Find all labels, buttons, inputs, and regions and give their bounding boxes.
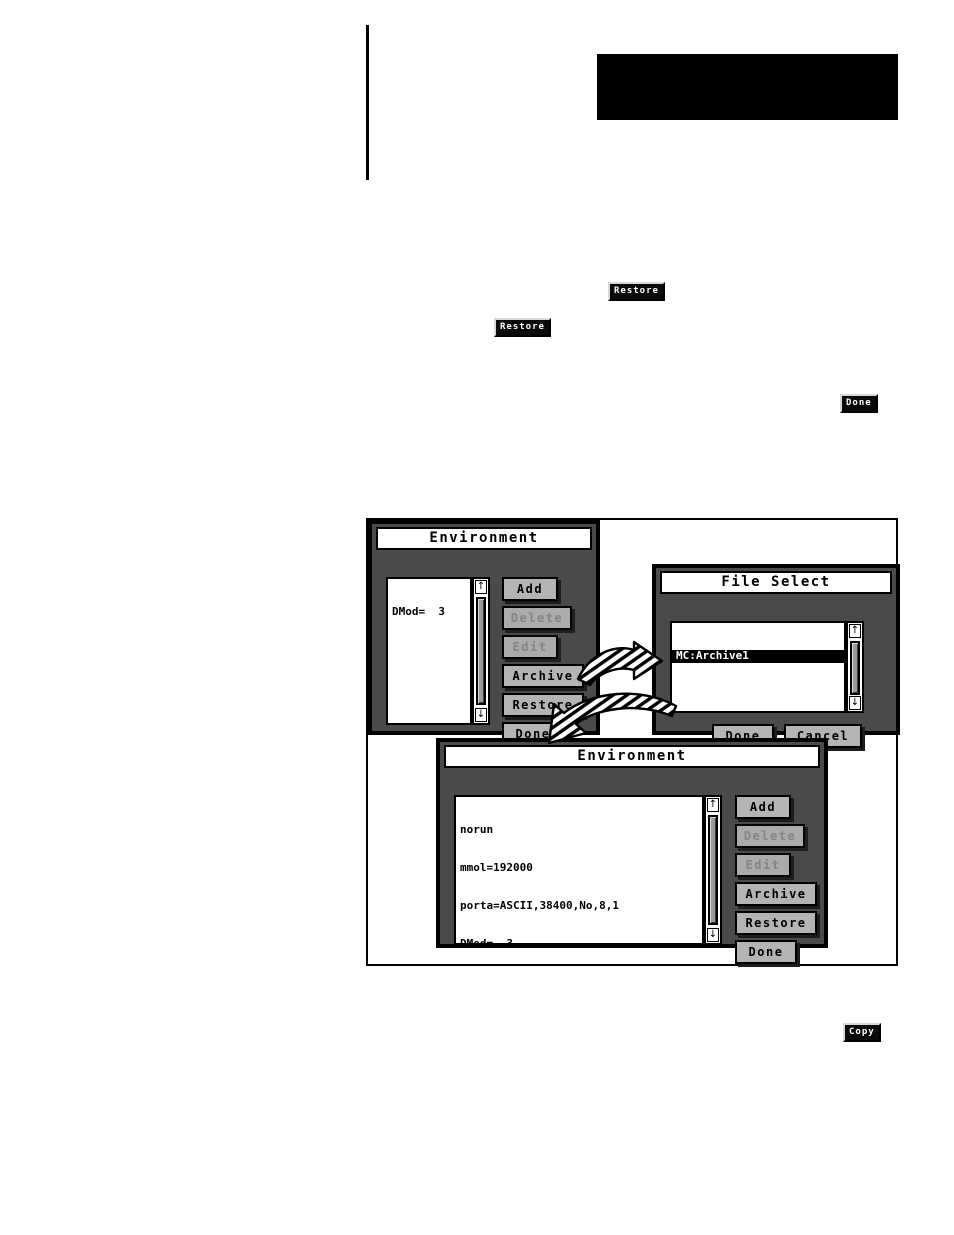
header-redaction-bar [597,54,898,120]
list-item[interactable]: DMod= 3 [392,606,470,619]
scrollbar-thumb[interactable] [850,641,860,695]
scroll-down-icon[interactable]: ↓ [707,928,719,942]
environment-bottom-restore-button[interactable]: Restore [735,911,817,935]
scrollbar-thumb[interactable] [708,815,718,925]
inline-restore-button-2: Restore [494,318,551,337]
environment-top-delete-button: Delete [502,606,572,630]
scroll-down-icon[interactable]: ↓ [475,708,487,722]
inline-done-button: Done [840,394,878,413]
environment-top-edit-button: Edit [502,635,558,659]
scrollbar-thumb[interactable] [476,597,486,705]
inline-copy-button: Copy [843,1023,881,1042]
environment-bottom-archive-button[interactable]: Archive [735,882,817,906]
scroll-up-icon[interactable]: ↑ [707,798,719,812]
environment-bottom-edit-button: Edit [735,853,791,877]
scroll-up-icon[interactable]: ↑ [849,624,861,638]
environment-top-listbox[interactable]: DMod= 3 [386,577,472,725]
environment-bottom-add-button[interactable]: Add [735,795,791,819]
dialog-file-select-title: File Select [660,571,892,594]
file-select-listbox[interactable]: MC:Archive1 [670,621,846,713]
list-item[interactable]: norun [460,824,702,837]
environment-bottom-listbox[interactable]: norun mmol=192000 porta=ASCII,38400,No,8… [454,795,704,945]
environment-top-add-button[interactable]: Add [502,577,558,601]
list-item[interactable]: DMod= 3 [460,937,702,943]
environment-bottom-scrollbar[interactable]: ↑ ↓ [704,795,722,945]
dialog-environment-bottom: Environment norun mmol=192000 porta=ASCI… [436,738,828,964]
flow-arrow-done-to-environment [547,692,678,745]
list-item[interactable]: porta=ASCII,38400,No,8,1 [460,899,702,913]
dialog-environment-top-title: Environment [376,527,592,550]
file-select-scrollbar[interactable]: ↑ ↓ [846,621,864,713]
environment-bottom-delete-button: Delete [735,824,805,848]
dialog-file-select: File Select MC:Archive1 ↑ ↓ Done Cancel [652,564,900,748]
list-item[interactable]: mmol=192000 [460,861,702,875]
environment-bottom-done-button[interactable]: Done [735,940,797,964]
environment-top-scrollbar[interactable]: ↑ ↓ [472,577,490,725]
figure-environment-restore-flow: Environment DMod= 3 ↑ ↓ Add Delete Edit … [366,518,900,966]
scroll-up-icon[interactable]: ↑ [475,580,487,594]
list-item[interactable]: MC:Archive1 [672,650,844,663]
page-vertical-rule [366,25,369,180]
scroll-down-icon[interactable]: ↓ [849,696,861,710]
inline-restore-button-1: Restore [608,282,665,301]
